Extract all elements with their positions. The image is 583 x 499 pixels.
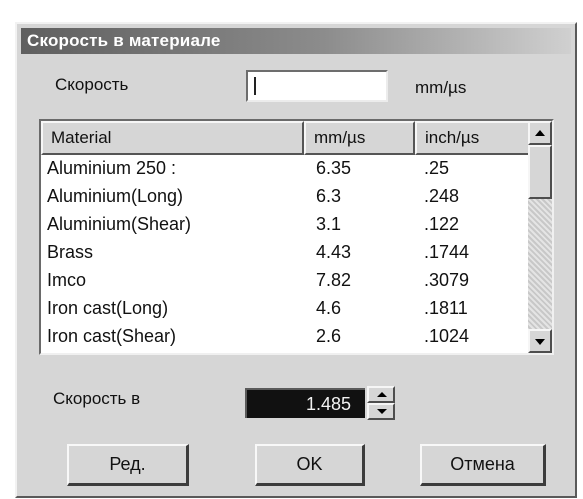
inch-us-cell: .248 <box>424 186 460 206</box>
spin-down-button[interactable] <box>367 403 395 420</box>
speed-unit-label: mm/µs <box>415 78 467 97</box>
spin-up-button[interactable] <box>367 386 395 403</box>
speed-label: Скорость <box>55 75 129 94</box>
list-item[interactable]: Brass 4.43 .1744 <box>41 239 530 267</box>
mm-us-cell: 4.6 <box>316 298 342 318</box>
spin-up-icon <box>377 392 387 397</box>
inch-us-cell: .25 <box>424 158 450 178</box>
mm-us-cell: 2.6 <box>316 326 342 346</box>
list-rows: Aluminium 250 : 6.35 .25 Aluminium(Long) 6.3… <box>41 155 530 351</box>
inch-us-cell: .1024 <box>424 326 470 346</box>
list-item[interactable]: Imco 7.82 .3079 <box>41 267 530 295</box>
material-name-cell: Brass <box>47 242 94 262</box>
speed-in-spinner <box>367 386 395 420</box>
material-name-cell: Iron cast(Shear) <box>47 326 177 346</box>
mm-us-cell: 3.1 <box>316 214 342 234</box>
inch-us-cell: .1811 <box>424 298 468 318</box>
list-item[interactable]: Iron cast(Shear) 2.6 .1024 <box>41 323 530 351</box>
speed-input[interactable] <box>246 70 388 102</box>
column-header-inch-us[interactable]: inch/µs <box>415 121 530 155</box>
scroll-down-button[interactable] <box>528 329 552 353</box>
dialog-window: Скорость в материале Скорость mm/µs Mate… <box>15 22 577 498</box>
mm-us-cell: 4.43 <box>316 242 352 262</box>
speed-in-field[interactable]: 1.485 <box>245 388 365 418</box>
list-item[interactable]: Aluminium(Shear) 3.1 .122 <box>41 211 530 239</box>
page: Скорость в материале Скорость mm/µs Mate… <box>0 0 583 499</box>
mm-us-cell: 7.82 <box>316 270 352 290</box>
list-item[interactable]: Aluminium(Long) 6.3 .248 <box>41 183 530 211</box>
title-bar[interactable]: Скорость в материале <box>21 28 571 54</box>
text-caret <box>254 77 256 95</box>
inch-us-cell: .1744 <box>424 242 470 262</box>
ok-button[interactable]: OK <box>255 444 365 486</box>
material-name-cell: Iron cast(Long) <box>47 298 169 318</box>
list-item[interactable]: Iron cast(Long) 4.6 .1811 <box>41 295 530 323</box>
cancel-button[interactable]: Отмена <box>420 444 546 486</box>
arrow-up-icon <box>535 130 545 136</box>
mm-us-cell: 6.35 <box>316 158 352 178</box>
inch-us-cell: .3079 <box>424 270 470 290</box>
scroll-thumb[interactable] <box>528 145 552 199</box>
list-item[interactable]: Aluminium 250 : 6.35 .25 <box>41 155 530 183</box>
list-header: Material mm/µs inch/µs <box>41 121 530 155</box>
arrow-down-icon <box>535 339 545 345</box>
column-header-mm-us[interactable]: mm/µs <box>304 121 415 155</box>
material-name-cell: Aluminium(Shear) <box>47 214 192 234</box>
spin-down-icon <box>377 409 387 414</box>
material-name-cell: Aluminium(Long) <box>47 186 184 206</box>
material-name-cell: Aluminium 250 : <box>47 158 177 178</box>
speed-in-label: Скорость в <box>53 389 141 408</box>
column-header-material[interactable]: Material <box>41 121 304 155</box>
material-name-cell: Imco <box>47 270 87 290</box>
materials-list[interactable]: Material mm/µs inch/µs Aluminium 250 : 6.… <box>39 119 554 355</box>
inch-us-cell: .122 <box>424 214 460 234</box>
mm-us-cell: 6.3 <box>316 186 342 206</box>
window-title: Скорость в материале <box>27 31 221 50</box>
edit-button[interactable]: Ред. <box>67 444 189 486</box>
vertical-scrollbar[interactable] <box>528 121 552 353</box>
scroll-up-button[interactable] <box>528 121 552 145</box>
